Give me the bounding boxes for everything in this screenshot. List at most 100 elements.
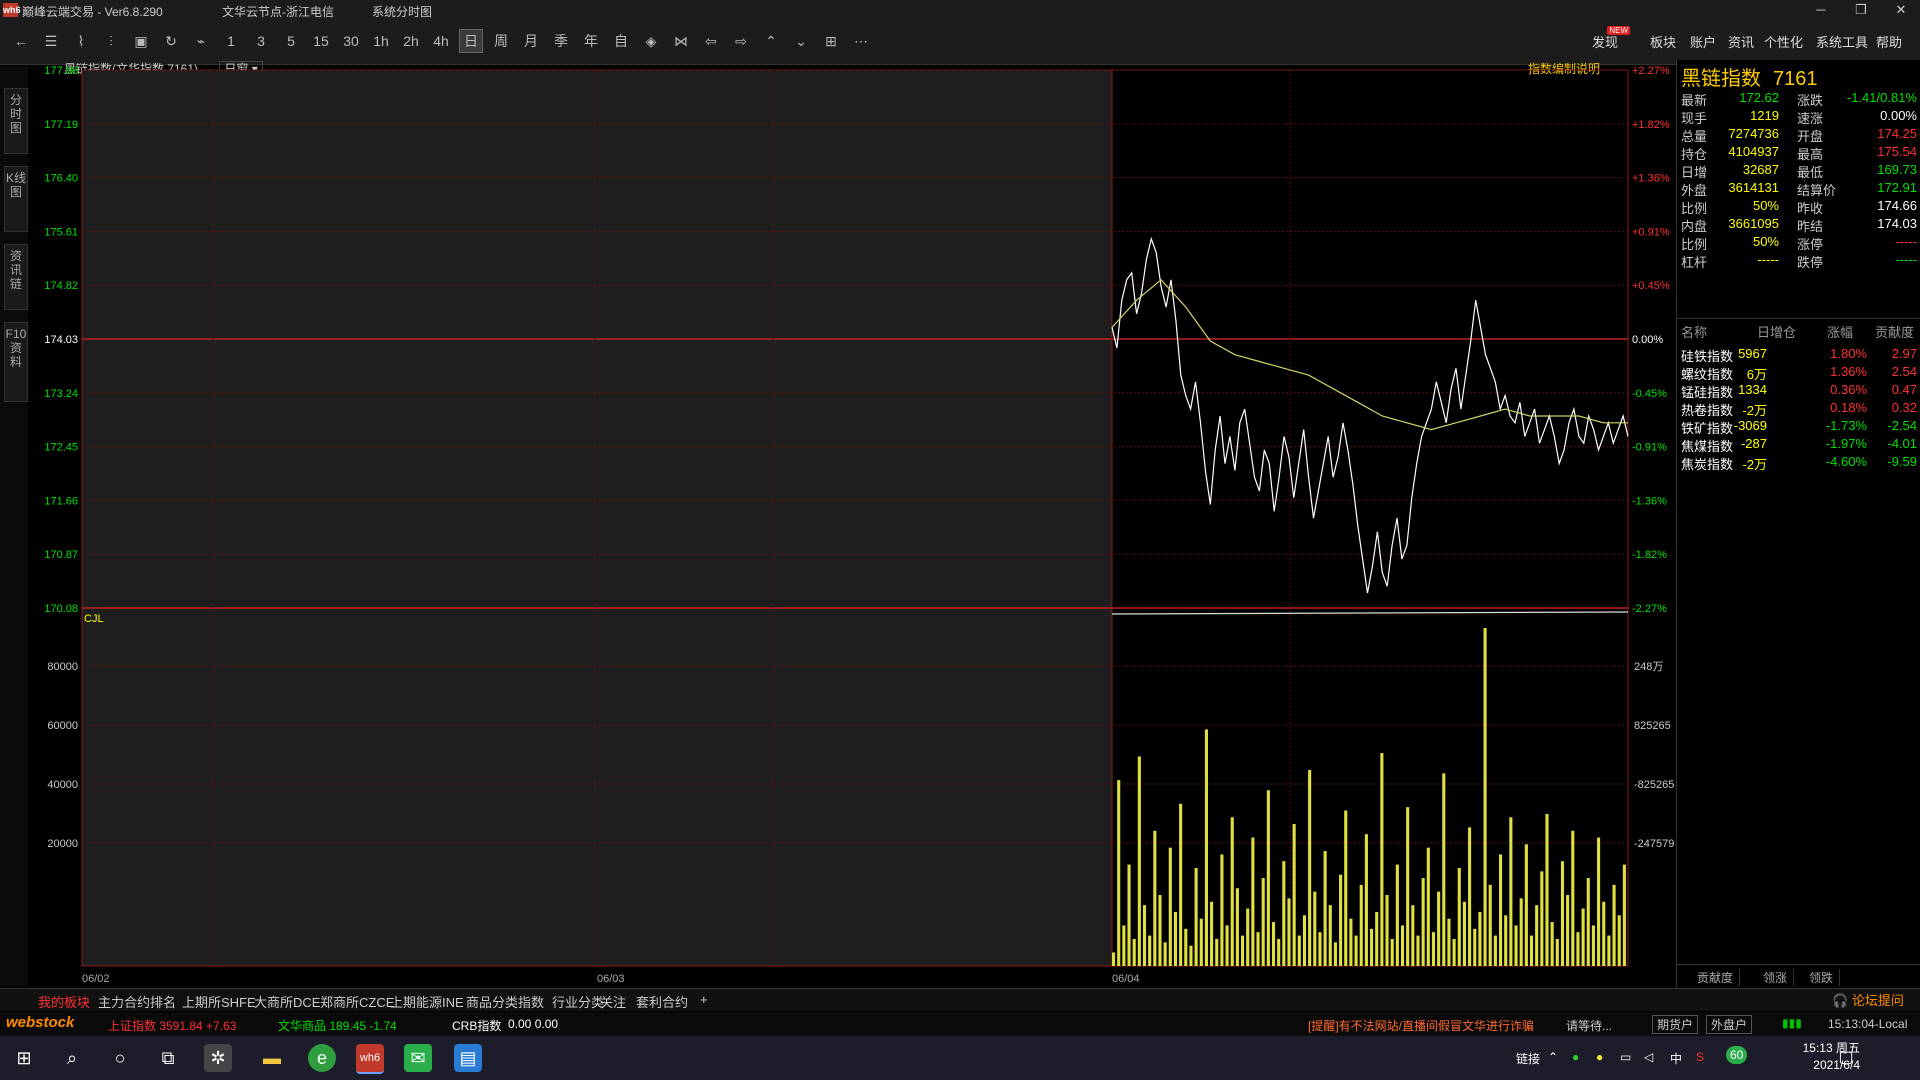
date-label: 06/02 — [82, 973, 110, 985]
file-explorer-icon[interactable]: ▬ — [258, 1044, 286, 1072]
notification-icon[interactable]: ▢ — [1832, 1044, 1860, 1072]
cortana-icon[interactable]: ○ — [106, 1044, 134, 1072]
pct-tick: +2.27% — [1632, 65, 1670, 77]
sogou-icon[interactable]: S — [1696, 1050, 1704, 1064]
compare-icon[interactable]: ⋈ — [670, 30, 692, 52]
foreign-account-button[interactable]: 外盘户 — [1706, 1015, 1753, 1034]
zoom-out-icon[interactable]: ⌄ — [790, 30, 812, 52]
period-button-5[interactable]: 1h — [370, 30, 392, 52]
bottom-tab-7[interactable]: 行业分类 — [552, 992, 604, 1011]
period-button-3[interactable]: 15 — [310, 30, 332, 52]
bottom-tab-5[interactable]: 上期能源INE — [390, 992, 464, 1011]
period-button-13[interactable]: 自 — [610, 30, 632, 52]
chart-area[interactable]: 黑链指数(文华指数 7161) 日窗 ▾ 指数编制说明 177.98 +2.27%… — [28, 60, 1676, 990]
view-mode[interactable]: 系统分时图 — [372, 3, 432, 20]
back-icon[interactable]: ← — [10, 30, 32, 52]
restore-icon[interactable]: ❐ — [1846, 1, 1876, 19]
period-button-1[interactable]: 3 — [250, 30, 272, 52]
menu-0[interactable]: 发现 NEW — [1592, 26, 1631, 51]
right-arrow-icon[interactable]: ⇨ — [730, 30, 752, 52]
side-tab-kline[interactable]: K线图 — [4, 166, 28, 232]
battery-badge[interactable]: 60 — [1726, 1046, 1748, 1064]
tray-app2-icon[interactable]: ● — [1596, 1050, 1603, 1064]
tab-leaders-down[interactable]: 领跌 — [1803, 969, 1841, 986]
tab-leaders-up[interactable]: 领涨 — [1757, 969, 1795, 986]
app-window-icon[interactable]: ▤ — [454, 1044, 482, 1072]
volume-bar — [1148, 935, 1152, 966]
browser-360-icon[interactable]: e — [308, 1044, 336, 1072]
volume-bar — [1499, 854, 1503, 966]
menu-5[interactable]: 系统工具 — [1816, 32, 1868, 51]
close-icon[interactable]: ✕ — [1886, 1, 1916, 19]
side-tab-timeshare[interactable]: 分时图 — [4, 88, 28, 154]
period-button-6[interactable]: 2h — [400, 30, 422, 52]
crb-label[interactable]: CRB指数 — [452, 1017, 501, 1034]
bottom-tab-1[interactable]: 主力合约排名 — [98, 992, 176, 1011]
ime-indicator[interactable]: 中 — [1670, 1050, 1682, 1067]
timeline-icon[interactable]: ⌇ — [70, 30, 92, 52]
tray-app-icon[interactable]: ● — [1572, 1050, 1579, 1064]
bottom-tab-10[interactable]: + — [700, 992, 708, 1007]
left-arrow-icon[interactable]: ⇦ — [700, 30, 722, 52]
volume-bar — [1256, 932, 1260, 966]
period-button-12[interactable]: 年 — [580, 30, 602, 52]
bottom-tab-6[interactable]: 商品分类指数 — [466, 992, 544, 1011]
cross-icon[interactable]: ◈ — [640, 30, 662, 52]
tray-link[interactable]: 链接 — [1516, 1050, 1540, 1067]
menu-2[interactable]: 账户 — [1690, 32, 1716, 51]
windows-start-icon[interactable]: ⊞ — [10, 1044, 38, 1072]
volume-bar — [1421, 878, 1425, 966]
menu-1[interactable]: 板块 — [1650, 32, 1676, 51]
wenhua-app-icon[interactable]: wh6 — [356, 1044, 384, 1074]
side-tab-news[interactable]: 资讯链 — [4, 244, 28, 310]
menu-3[interactable]: 资讯 — [1728, 32, 1754, 51]
zoom-in-icon[interactable]: ⌃ — [760, 30, 782, 52]
wechat-icon[interactable]: ✉ — [404, 1044, 432, 1072]
refresh-icon[interactable]: ↻ — [160, 30, 182, 52]
sh-index[interactable]: 上证指数 3591.84 +7.63 — [108, 1017, 236, 1034]
period-button-7[interactable]: 4h — [430, 30, 452, 52]
minimize-icon[interactable]: ─ — [1806, 1, 1836, 19]
quote-l2: 涨跌 — [1797, 93, 1824, 108]
volume-bar — [1576, 932, 1580, 966]
search-icon[interactable]: ⌕ — [58, 1044, 86, 1072]
tray-expand-icon[interactable]: ⌃ — [1548, 1050, 1558, 1064]
quote-l1: 杠杆 — [1681, 255, 1708, 270]
tab-contribution[interactable]: 贡献度 — [1691, 969, 1741, 986]
fraud-notice[interactable]: [提醒]有不法网站/直播间假冒文华进行诈骗 — [1308, 1017, 1534, 1034]
quote-l1: 日增 — [1681, 165, 1708, 180]
timeshare-chart[interactable]: 177.98 +2.27% 177.19 +1.82% 176.40 +1.36% 175.… — [28, 60, 1676, 990]
sector-row[interactable]: 焦炭指数 -2万 -4.60% -9.59 — [1677, 454, 1920, 476]
forum-link[interactable]: 🎧 论坛提问 — [1832, 990, 1904, 1009]
period-button-0[interactable]: 1 — [220, 30, 242, 52]
draw-line-icon[interactable]: ⌁ — [190, 30, 212, 52]
candlestick-icon[interactable]: ⫶ — [100, 30, 122, 52]
period-button-4[interactable]: 30 — [340, 30, 362, 52]
period-button-2[interactable]: 5 — [280, 30, 302, 52]
bottom-tab-8[interactable]: 关注 — [600, 992, 626, 1011]
network-icon[interactable]: ▭ — [1620, 1050, 1631, 1064]
bottom-tab-3[interactable]: 大商所DCE — [254, 992, 320, 1011]
side-tab-f10[interactable]: F10资料 — [4, 322, 28, 402]
volume-icon[interactable]: ◁ — [1644, 1050, 1653, 1064]
app-pinwheel-icon[interactable]: ✲ — [204, 1044, 232, 1072]
period-button-11[interactable]: 季 — [550, 30, 572, 52]
bottom-tab-2[interactable]: 上期所SHFE — [182, 992, 256, 1011]
save-icon[interactable]: ▣ — [130, 30, 152, 52]
task-view-icon[interactable]: ⧉ — [154, 1044, 182, 1072]
period-button-10[interactable]: 月 — [520, 30, 542, 52]
menu-4[interactable]: 个性化 — [1764, 32, 1803, 51]
server-node[interactable]: 文华云节点-浙江电信 — [222, 3, 334, 20]
period-button-8[interactable]: 日 — [459, 29, 483, 53]
wh-index[interactable]: 文华商品 189.45 -1.74 — [278, 1017, 397, 1034]
list-icon[interactable]: ☰ — [40, 30, 62, 52]
volume-bar — [1235, 888, 1239, 966]
menu-6[interactable]: 帮助 — [1876, 32, 1902, 51]
more-icon[interactable]: ⋯ — [850, 30, 872, 52]
period-button-9[interactable]: 周 — [490, 30, 512, 52]
bottom-tab-0[interactable]: 我的板块 — [38, 992, 90, 1011]
bottom-tab-4[interactable]: 郑商所CZCE — [320, 992, 394, 1011]
futures-account-button[interactable]: 期货户 — [1652, 1015, 1699, 1034]
bottom-tab-9[interactable]: 套利合约 — [636, 992, 688, 1011]
layout-icon[interactable]: ⊞ — [820, 30, 842, 52]
